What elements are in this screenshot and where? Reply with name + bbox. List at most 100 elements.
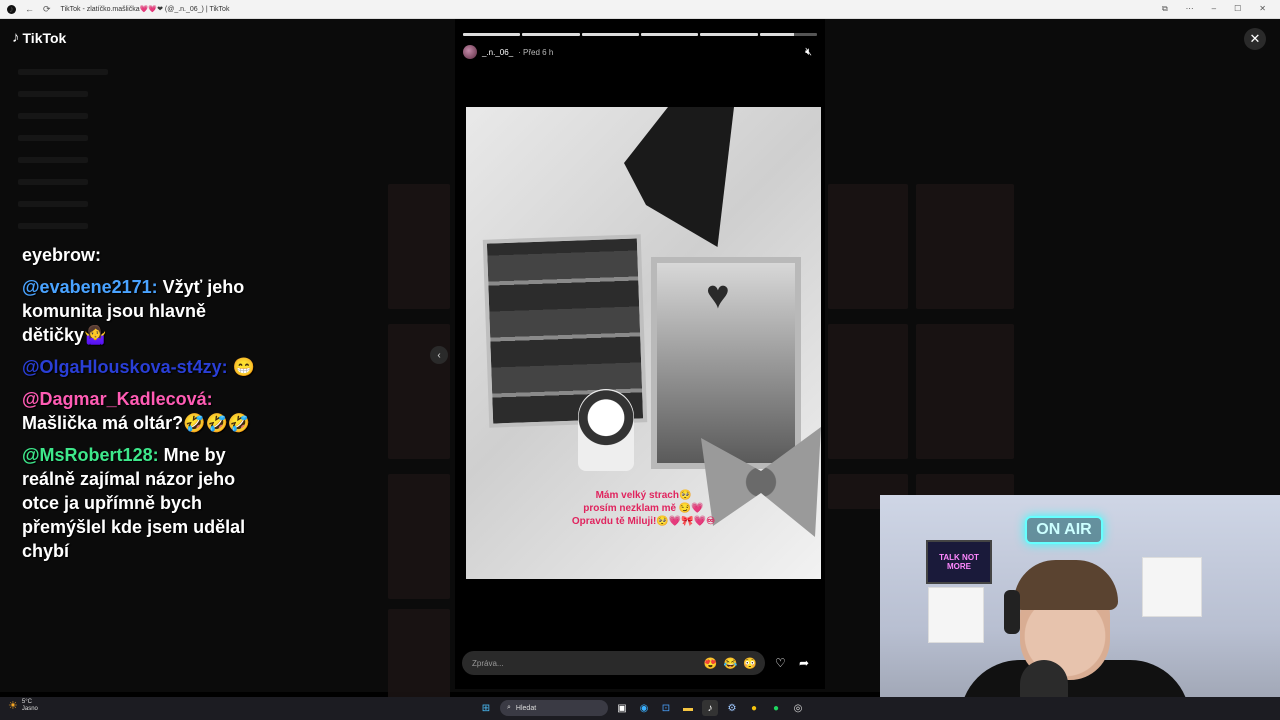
chrome-icon[interactable]: ● [746,700,762,716]
search-label: Hledat [515,704,537,712]
chat-message: @Dagmar_Kadlecová: Mašlička má oltár?🤣🤣🤣 [22,389,251,433]
taskbar: ☀ 5°C Jasno ⊞ ⌕ Hledat ▣ ◉ ⊡ ▬ ♪ ⚙ ● ● ◎ [0,697,1280,720]
bg-video-thumb [916,184,1014,309]
obs-icon[interactable]: ◎ [790,700,806,716]
caption-line: Mám velký strach🥺 [595,490,692,501]
windows-store-icon[interactable]: ⊡ [658,700,674,716]
maximize-button[interactable]: ☐ [1234,4,1241,14]
chat-username: @MsRobert128 [22,445,153,465]
bg-sidebar-line [18,157,88,163]
progress-segment [759,33,817,36]
chat-username: @evabene2171 [22,277,152,297]
chat-text: eyebrow: [22,245,102,265]
bg-video-thumb [388,184,450,309]
progress-segment [522,33,580,36]
weather-text: Jasno [21,706,38,712]
progress-segment [640,33,699,36]
story-viewer: _.n._06_ · Před 6 h 🔇︎ ♥ Mám velký strac… [455,19,825,689]
bg-sidebar-line [18,179,88,185]
bg-sidebar-line [18,223,88,229]
heart-like-icon[interactable]: ♡ [775,656,786,670]
bg-sidebar-line [18,201,88,207]
chat-username: @Dagmar_Kadlecová [22,389,207,409]
chat-message: eyebrow: [22,243,267,267]
story-username[interactable]: _.n._06_ [482,48,513,57]
bg-video-thumb [916,324,1014,459]
streamer-hair [1014,560,1118,610]
edge-icon[interactable]: ◉ [636,700,652,716]
chevron-left-icon: ‹ [437,349,441,361]
tiktok-app-icon[interactable]: ♪ [702,700,718,716]
tiktok-favicon-icon: ♪ [7,4,16,14]
reaction-emoji[interactable]: 😍 [704,657,718,670]
mute-icon[interactable]: 🔇︎ [805,46,812,59]
tiktok-logo-text: TikTok [22,29,67,46]
install-app-icon[interactable]: ⧉ [1162,4,1168,14]
minimize-button[interactable]: – [1212,4,1216,14]
spotify-icon[interactable]: ● [768,700,784,716]
chat-username: @OlgaHlouskova-st4zy [22,357,222,377]
more-options-icon[interactable]: ⋯ [1186,4,1194,14]
streamer [960,560,1190,720]
chat-text: 😁 [232,357,256,377]
progress-segment [700,33,758,36]
stream-chat-overlay: eyebrow: @evabene2171: Vžyť jeho komunit… [22,243,267,571]
reply-placeholder: Zpráva... [472,658,504,668]
chat-message: @MsRobert128: Mne by reálně zajímal názo… [22,445,246,561]
story-progress-bar [463,33,817,36]
reaction-emoji[interactable]: 😂 [724,657,738,670]
heart-icon: ♥ [706,273,730,317]
avatar[interactable] [463,45,477,59]
caption-line: Opravdu tě Miluji!🥺💗🎀💗♾ [571,516,716,527]
bg-sidebar-line [18,113,88,119]
bg-sidebar-line [18,135,88,141]
search-icon: ⌕ [507,704,511,711]
bg-video-thumb [388,609,450,709]
window-close-button[interactable]: ✕ [1259,4,1266,14]
taskbar-search[interactable]: ⌕ Hledat [500,700,608,716]
bg-video-thumb [388,474,450,599]
weather-icon: ☀ [8,699,18,712]
chat-message: @evabene2171: Vžyť jeho komunita jsou hl… [22,277,245,345]
bg-video-thumb [828,184,908,309]
story-photo: ♥ Mám velký strach🥺 prosím nezklam mě 😏💗… [466,107,821,579]
bg-sidebar-line [18,91,88,97]
tiktok-logo[interactable]: ♪ TikTok [12,29,66,46]
story-caption: Mám velký strach🥺 prosím nezklam mě 😏💗 O… [466,489,821,528]
temperature: 5°C [21,699,32,705]
taskbar-apps: ⊞ ⌕ Hledat ▣ ◉ ⊡ ▬ ♪ ⚙ ● ● ◎ [478,700,806,716]
chat-message: @OlgaHlouskova-st4zy: 😁 [22,357,256,377]
cup-shape [578,389,634,471]
reaction-emoji[interactable]: 😳 [743,657,757,670]
refresh-icon[interactable]: ⟳ [43,4,51,14]
caption-line: prosím nezklam mě 😏💗 [583,503,704,514]
neon-sign: ON AIR [1025,516,1103,544]
previous-story-button[interactable]: ‹ [430,346,448,364]
rose-shape [624,107,734,247]
story-header: _.n._06_ · Před 6 h [463,45,553,59]
browser-titlebar: ♪ ← ⟳ TikTok - zlatíčko.mašlička💗💗❤ (@_.… [0,0,1280,19]
browser-tab-title: TikTok - zlatíčko.mašlička💗💗❤ (@_.n._06_… [60,6,230,13]
headset-shape [1004,590,1020,634]
file-explorer-icon[interactable]: ▬ [680,700,696,716]
reply-input[interactable]: Zpráva... 😍 😂 😳 [462,651,765,675]
share-icon[interactable]: ➦ [799,656,809,670]
screen: ♪ ← ⟳ TikTok - zlatíčko.mašlička💗💗❤ (@_.… [0,0,1280,720]
bg-sidebar-line [18,69,108,75]
weather-widget[interactable]: ☀ 5°C Jasno [8,699,38,713]
story-time: · Před 6 h [518,47,554,57]
tiktok-note-icon: ♪ [12,29,20,46]
close-icon: ✕ [1249,31,1261,46]
steam-icon[interactable]: ⚙ [724,700,740,716]
progress-segment [463,33,521,36]
bg-video-thumb [388,324,450,459]
close-story-button[interactable]: ✕ [1244,28,1266,50]
windows-start-icon[interactable]: ⊞ [478,700,494,716]
story-time-value: Před 6 h [523,47,554,57]
task-view-icon[interactable]: ▣ [614,700,630,716]
bg-video-thumb [828,324,908,459]
chat-text: Mašlička má oltár?🤣🤣🤣 [22,413,251,433]
quick-reactions: 😍 😂 😳 [704,657,765,670]
back-icon[interactable]: ← [25,4,34,14]
progress-segment [581,33,639,36]
